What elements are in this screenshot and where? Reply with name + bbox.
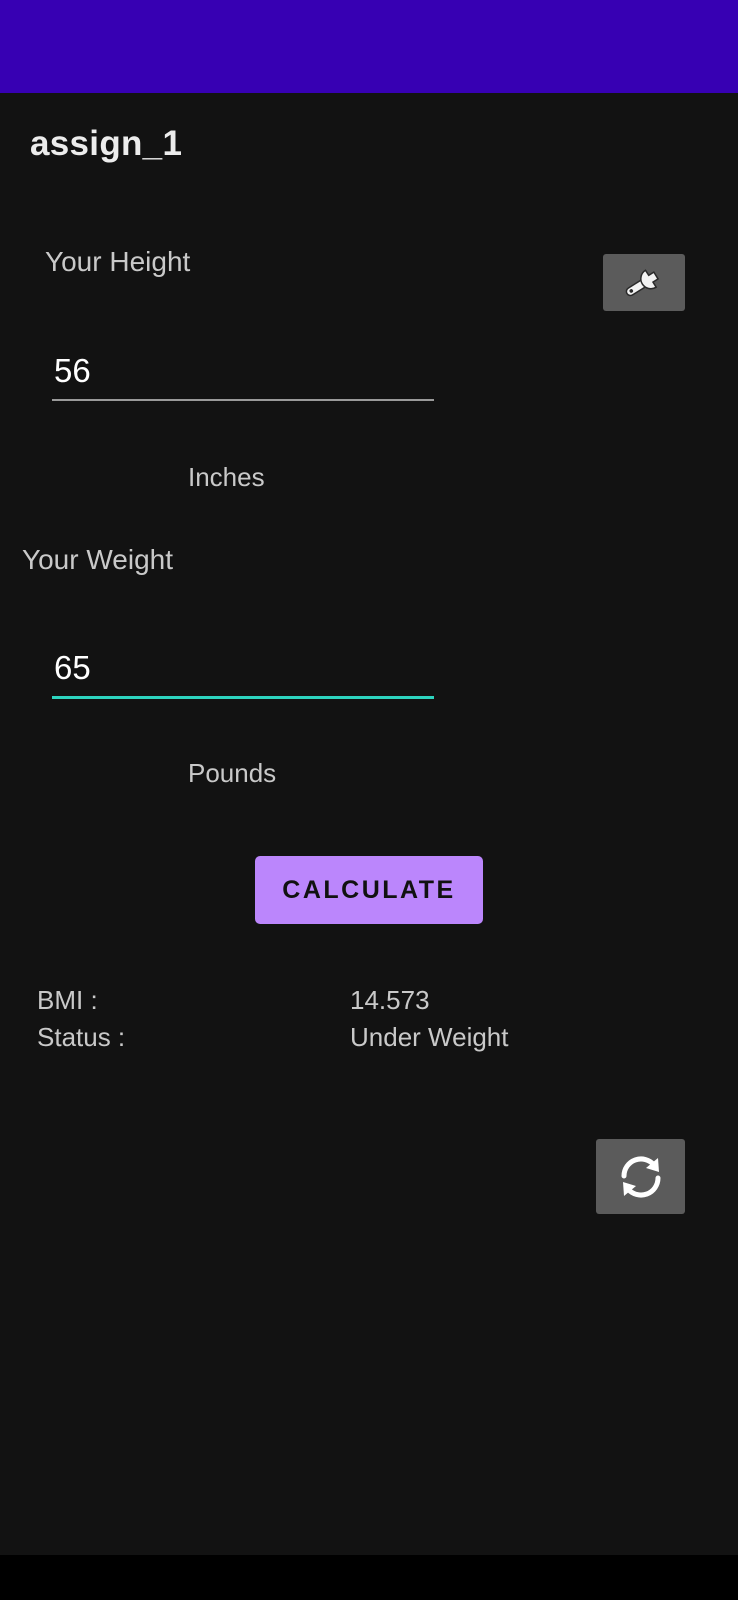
- bmi-label: BMI :: [37, 985, 98, 1015]
- calculate-button[interactable]: CALCULATE: [255, 856, 483, 924]
- height-input[interactable]: [52, 343, 434, 399]
- refresh-icon: [620, 1155, 661, 1198]
- weight-unit-label: Pounds: [188, 758, 277, 788]
- height-input-field[interactable]: [52, 343, 434, 401]
- settings-button[interactable]: [603, 254, 685, 311]
- app-screen: assign_1 Your Height Inches Your Weight …: [0, 0, 738, 1600]
- height-label: Your Height: [45, 246, 191, 277]
- app-title: assign_1: [30, 124, 183, 163]
- weight-input-field[interactable]: [52, 640, 434, 699]
- wrench-icon: [625, 268, 660, 296]
- status-label: Status :: [37, 1022, 126, 1052]
- navigation-bar: [0, 1555, 738, 1600]
- status-value: Under Weight: [350, 1022, 509, 1052]
- refresh-button[interactable]: [596, 1139, 685, 1214]
- weight-label: Your Weight: [22, 544, 173, 575]
- bmi-value: 14.573: [350, 985, 430, 1015]
- weight-input[interactable]: [52, 640, 434, 696]
- status-bar: [0, 0, 738, 93]
- height-unit-label: Inches: [188, 462, 265, 492]
